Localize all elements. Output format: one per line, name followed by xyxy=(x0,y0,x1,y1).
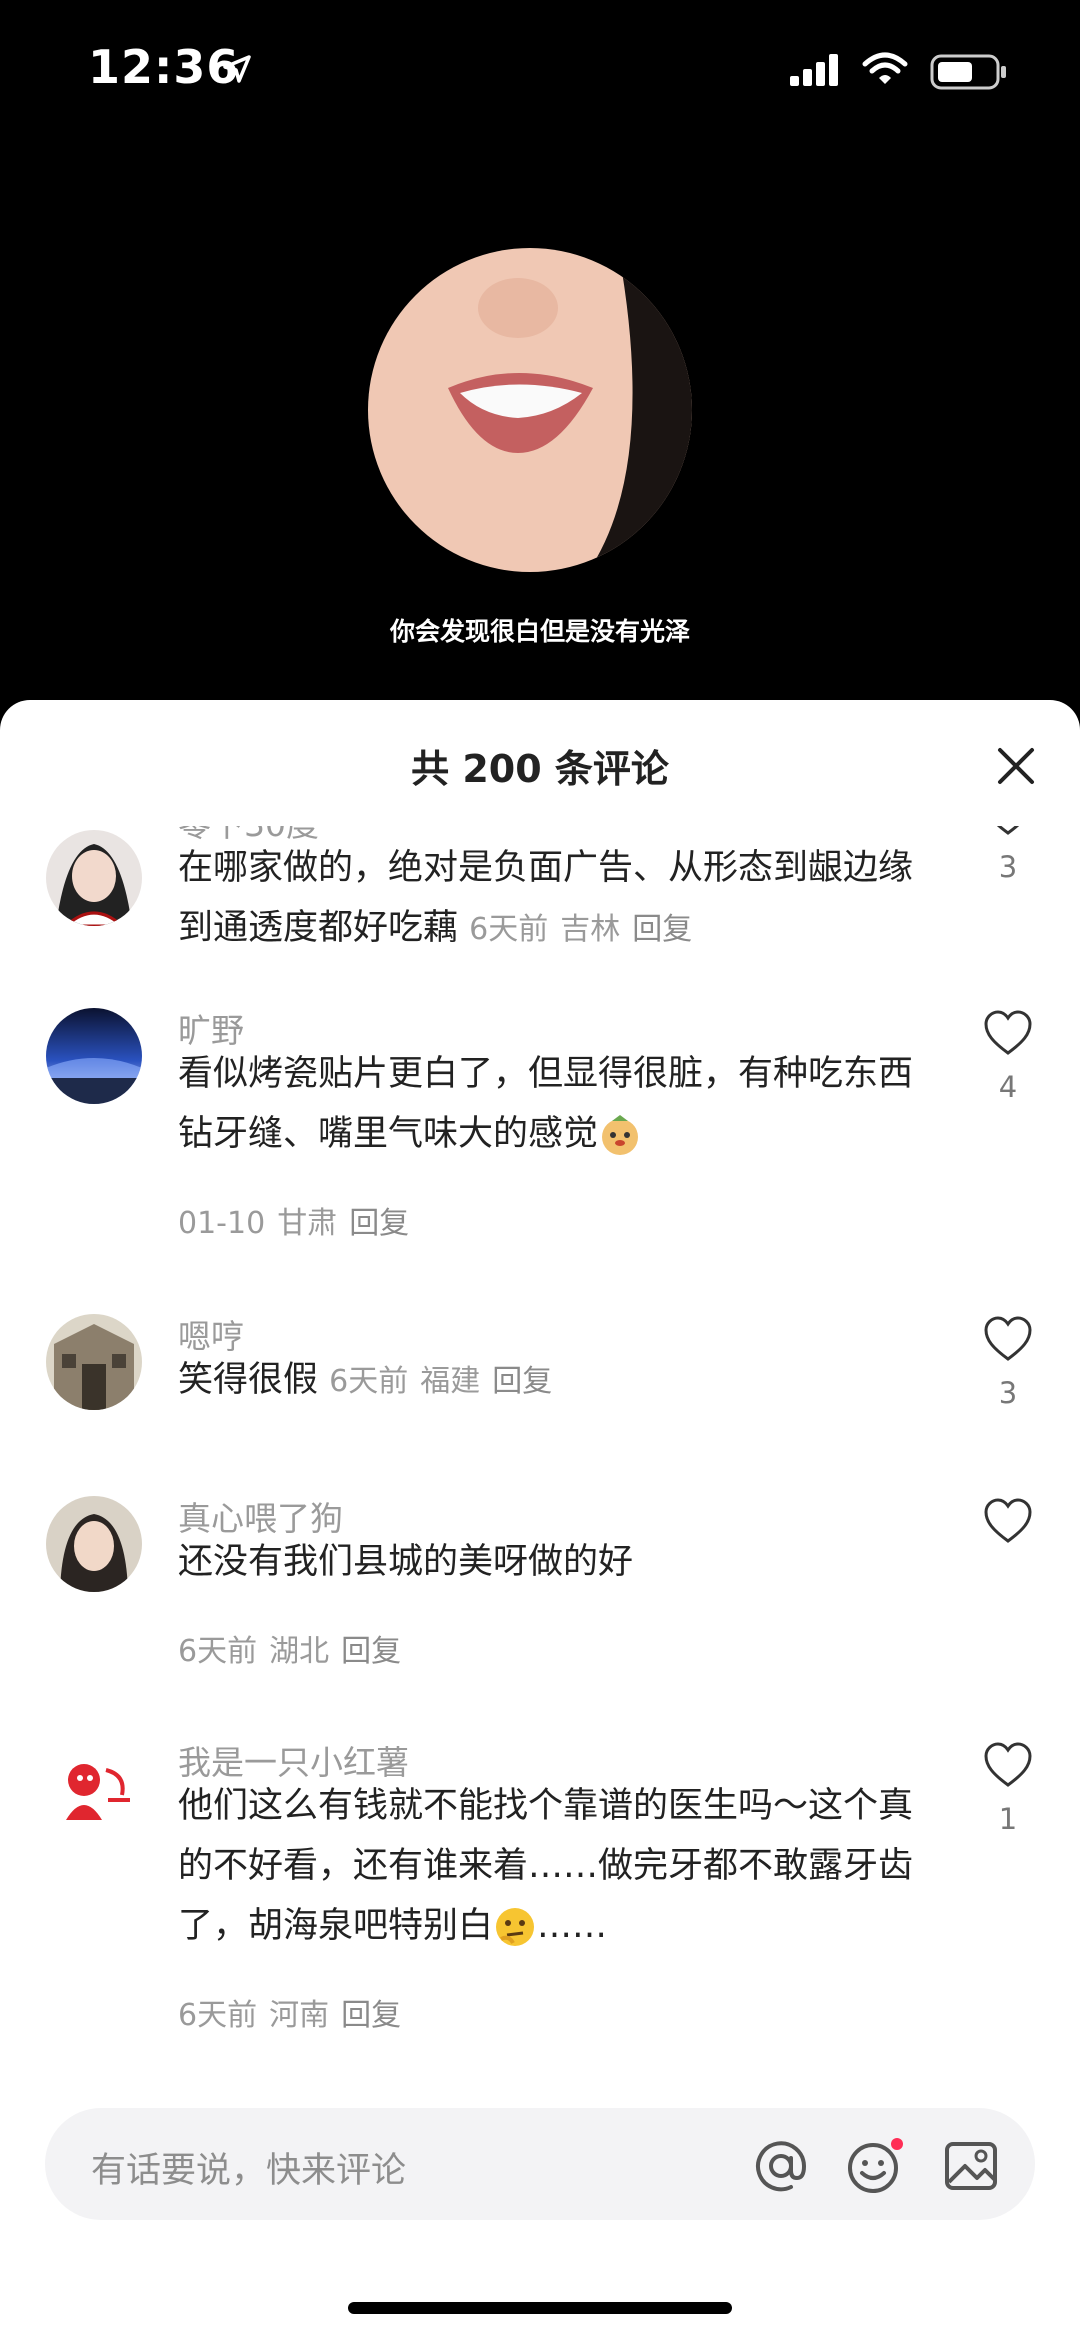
comment-text: 笑得很假 xyxy=(178,1360,319,1400)
video-player[interactable]: 你会发现很白但是没有光泽 xyxy=(0,0,1080,700)
comment-meta: 6天前 河南 回复 xyxy=(178,1990,413,2034)
reply-button[interactable]: 回复 xyxy=(632,912,692,947)
comment-time: 01-10 xyxy=(178,1206,266,1241)
doge-emoji-icon xyxy=(602,1115,639,1155)
like-button[interactable] xyxy=(982,1498,1034,1544)
like-count: 3 xyxy=(998,850,1018,884)
comment-text: 看似烤瓷贴片更白了，但显得很脏，有种吃东西钻牙缝、嘴里气味大的感觉 xyxy=(178,1054,914,1154)
thinking-emoji-icon xyxy=(496,1908,535,1946)
comment-body: 看似烤瓷贴片更白了，但显得很脏，有种吃东西钻牙缝、嘴里气味大的感觉 xyxy=(178,1044,938,1164)
mention-at-icon[interactable] xyxy=(753,2138,809,2194)
comment-meta: 6天前 福建 回复 xyxy=(329,1364,564,1399)
comment-text-tail: …… xyxy=(537,1906,608,1946)
heart-icon xyxy=(984,1498,1032,1543)
video-subtitle: 你会发现很白但是没有光泽 xyxy=(389,617,690,646)
comment-time: 6天前 xyxy=(469,912,549,947)
comment-input-bar[interactable]: 有话要说，快来评论 xyxy=(45,2108,1035,2220)
comment-body: 笑得很假 6天前 福建 回复 xyxy=(178,1350,938,1412)
comment-body: 在哪家做的，绝对是负面广告、从形态到龈边缘到通透度都好吃藕 6天前 吉林 回复 xyxy=(178,838,938,960)
close-icon[interactable] xyxy=(992,742,1040,790)
reply-button[interactable]: 回复 xyxy=(349,1206,409,1241)
reply-button[interactable]: 回复 xyxy=(341,1998,401,2033)
comment-location: 甘肃 xyxy=(277,1206,338,1241)
avatar[interactable] xyxy=(46,830,142,926)
like-count: 1 xyxy=(998,1802,1018,1836)
heart-icon xyxy=(996,826,1020,835)
heart-icon xyxy=(984,1010,1032,1055)
like-count: 3 xyxy=(998,1376,1018,1410)
avatar[interactable] xyxy=(46,1314,142,1410)
avatar[interactable] xyxy=(46,1008,142,1104)
heart-icon xyxy=(984,1316,1032,1361)
comment-location: 湖北 xyxy=(269,1634,330,1669)
avatar[interactable] xyxy=(46,1496,142,1592)
comment-time: 6天前 xyxy=(178,1998,258,2033)
comment-meta: 6天前 吉林 回复 xyxy=(469,912,704,947)
image-picker-icon[interactable] xyxy=(943,2138,999,2194)
comment-meta: 01-10 甘肃 回复 xyxy=(178,1198,421,1242)
comment-time: 6天前 xyxy=(329,1364,409,1399)
like-count: 4 xyxy=(998,1070,1018,1104)
comment-list[interactable]: 零下30度 在哪家做的，绝对是负面广告、从形态到龈边缘到通透度都好吃藕 6天前吉… xyxy=(0,826,1080,2196)
home-indicator[interactable] xyxy=(348,2302,732,2314)
reply-button[interactable]: 回复 xyxy=(492,1364,552,1399)
emoji-smiley-icon[interactable] xyxy=(845,2138,905,2194)
comments-sheet: 共 200 条评论 零下30度 在哪家做的，绝对是负面广告、从形态到龈边缘到通透… xyxy=(0,700,1080,2337)
comment-location: 吉林 xyxy=(560,912,621,947)
comment-body: 还没有我们县城的美呀做的好 xyxy=(178,1532,938,1592)
reply-button[interactable]: 回复 xyxy=(341,1634,401,1669)
comment-location: 河南 xyxy=(269,1998,330,2033)
like-button[interactable]: 3 xyxy=(982,1316,1034,1410)
like-button[interactable]: 3 xyxy=(982,826,1034,884)
comment-location: 福建 xyxy=(420,1364,481,1399)
heart-icon xyxy=(984,1742,1032,1787)
notification-dot xyxy=(891,2138,903,2150)
comment-time: 6天前 xyxy=(178,1634,258,1669)
like-button[interactable]: 4 xyxy=(982,1010,1034,1104)
like-button[interactable]: 1 xyxy=(982,1742,1034,1836)
avatar[interactable] xyxy=(46,1740,142,1836)
comments-count-title: 共 200 条评论 xyxy=(411,747,669,791)
comment-text: 还没有我们县城的美呀做的好 xyxy=(178,1542,634,1582)
comment-input-placeholder[interactable]: 有话要说，快来评论 xyxy=(91,2142,406,2193)
video-face-image xyxy=(368,248,692,572)
comment-meta: 6天前 湖北 回复 xyxy=(178,1626,413,1670)
comment-body: 他们这么有钱就不能找个靠谱的医生吗～这个真的不好看，还有谁来着……做完牙都不敢露… xyxy=(178,1776,938,1956)
